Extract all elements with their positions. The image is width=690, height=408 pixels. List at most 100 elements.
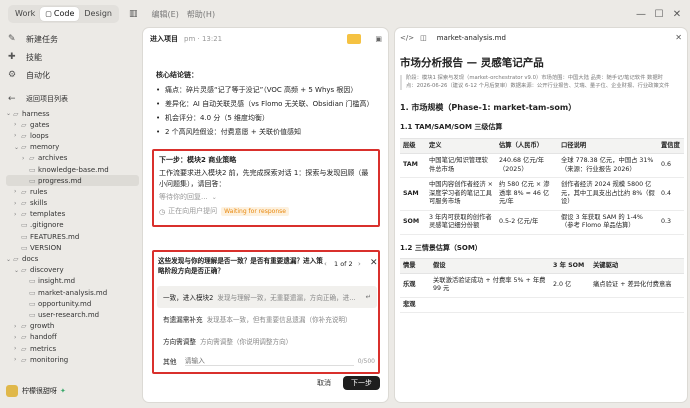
prev-page-icon[interactable]: ‹ <box>324 260 327 268</box>
back-to-projects[interactable]: ← 返回项目列表 <box>0 90 143 108</box>
bullet-text: 2 个高风险假设：付费意愿 + 关联价值感知 <box>165 128 301 136</box>
doc-title: 市场分析报告 — 灵感笔记产品 <box>400 57 544 69</box>
tree-item-label: progress.md <box>38 176 82 185</box>
tree-item-label: skills <box>30 199 48 208</box>
tree-item[interactable]: › ▱ skills <box>6 198 139 209</box>
chat-header: 进入项目 pm · 13:21 ▣ <box>150 34 382 44</box>
next-button[interactable]: 下一步 <box>343 376 380 390</box>
tree-item[interactable]: › ▱ archives <box>6 153 139 164</box>
tree-item[interactable]: ⌄ ▱ docs <box>6 253 139 264</box>
folder-icon: ▱ <box>21 143 27 152</box>
clock-icon: ◷ <box>159 207 166 216</box>
other-input[interactable] <box>184 356 354 366</box>
tab-work[interactable]: Work <box>10 7 40 21</box>
mode-tabs: Work ▢ Code Design <box>8 5 119 23</box>
question-title: 这些发现与你的理解是否一致？是否有重要遗漏？进入策略阶段方向是否正确？ <box>158 257 323 275</box>
nav-label: 自动化 <box>26 70 50 80</box>
tab-code[interactable]: ▢ Code <box>40 7 80 21</box>
file-tree: ⌄ ▱ harness › ▱ gates › ▱ loops ⌄ ▱ memory › ▱ archive… <box>0 108 143 365</box>
tree-item-label: rules <box>30 187 48 196</box>
chevron-down-icon[interactable]: ⌄ <box>212 194 217 201</box>
panel-toggle-icon[interactable]: ▣ <box>375 35 382 43</box>
nav-automation[interactable]: ⚙ 自动化 <box>0 66 143 84</box>
tree-item[interactable]: › ▱ growth <box>6 321 139 332</box>
folder-icon[interactable] <box>347 34 362 44</box>
doc-meta: 阶段：模块1 探索与发现（market-orchestrator v9.0）市场… <box>400 75 670 90</box>
tree-item[interactable]: ▭ progress.md <box>6 175 139 187</box>
maximize-button[interactable]: ☐ <box>650 9 668 20</box>
close-preview-icon[interactable]: ✕ <box>675 33 682 42</box>
tree-item[interactable]: ▭ insight.md <box>6 276 139 287</box>
nav-label: 技能 <box>26 52 42 62</box>
table-cell: 240.68 亿元/年（2025） <box>496 153 558 178</box>
tab-design[interactable]: Design <box>79 7 117 21</box>
waiting-text: 等待你的回复... <box>159 193 208 201</box>
folder-icon: ▱ <box>21 344 27 353</box>
next-page-icon[interactable]: › <box>358 260 361 268</box>
tree-item[interactable]: ⌄ ▱ discovery <box>6 265 139 276</box>
tree-item[interactable]: › ▱ rules <box>6 186 139 197</box>
preview-icon[interactable]: ◫ <box>420 34 427 42</box>
tree-item[interactable]: ▭ opportunity.md <box>6 298 139 309</box>
table-row: TAM 中国笔记/知识管理软件总市场 240.68 亿元/年（2025） 全球 778… <box>400 153 684 178</box>
close-window-button[interactable]: ✕ <box>668 9 686 20</box>
folder-icon: ▱ <box>13 255 19 264</box>
file-preview-panel: </> ◫ market-analysis.md ✕ 市场分析报告 — 灵感笔记… <box>395 28 687 402</box>
option-label: 方向需调整 <box>163 338 196 346</box>
file-icon: ▭ <box>29 165 36 174</box>
nav-skills[interactable]: ✚ 技能 <box>0 48 143 66</box>
tree-item[interactable]: › ▱ metrics <box>6 343 139 354</box>
sidebar: ✎ 新建任务 ✚ 技能 ⚙ 自动化 ← 返回项目列表 ⌄ ▱ harness › ▱ gates › ▱… <box>0 28 143 408</box>
tree-item-label: monitoring <box>30 355 69 364</box>
table-cell: 悲观 <box>400 297 430 313</box>
column-header: 假设 <box>430 257 550 274</box>
tree-item[interactable]: ▭ market-analysis.md <box>6 287 139 298</box>
column-header: 估算（人民币） <box>496 138 558 154</box>
table-cell: 0.6 <box>658 153 684 178</box>
tree-item[interactable]: ⌄ ▱ memory <box>6 142 139 153</box>
tree-item[interactable]: ▭ .gitignore <box>6 220 139 231</box>
code-view-icon[interactable]: </> <box>400 34 414 42</box>
tree-item[interactable]: › ▱ gates <box>6 119 139 130</box>
table-cell: 乐观 <box>400 273 430 298</box>
minimize-button[interactable]: — <box>632 9 650 20</box>
column-header: 情景 <box>400 257 430 274</box>
tree-item[interactable]: › ▱ loops <box>6 130 139 141</box>
close-icon[interactable]: ✕ <box>370 258 378 268</box>
summary-bullet: • 痛点：碎片灵感“记了等于没记”（VOC 高频 + 5 Whys 根因） <box>156 85 378 96</box>
tree-item-label: handoff <box>30 333 57 342</box>
menu-help[interactable]: 帮助(H) <box>187 9 215 20</box>
option-desc: 发现与理解一致，无重要遗漏，方向正确，进... <box>217 294 356 302</box>
tree-item[interactable]: › ▱ templates <box>6 209 139 220</box>
answer-option[interactable]: 一致，进入模块2 发现与理解一致，无重要遗漏，方向正确，进... ↵ <box>157 286 377 308</box>
tree-item[interactable]: ▭ FEATURES.md <box>6 231 139 242</box>
tree-item[interactable]: ▭ user-research.md <box>6 309 139 320</box>
chevron-right-icon: › <box>14 210 17 218</box>
tree-item[interactable]: ▭ VERSION <box>6 242 139 253</box>
user-profile[interactable]: 柠檬很甜呀 ✦ <box>6 385 66 397</box>
chat-title: 进入项目 <box>150 35 178 43</box>
tree-item[interactable]: › ▱ handoff <box>6 332 139 343</box>
other-label: 其他 <box>163 358 177 366</box>
chevron-right-icon: › <box>14 356 17 364</box>
answer-option[interactable]: 方向需调整 方向需调整（你说明调整方向） <box>157 330 377 352</box>
file-icon: ▭ <box>21 243 28 252</box>
nav-new-task[interactable]: ✎ 新建任务 <box>0 30 143 48</box>
file-icon: ▭ <box>29 310 36 319</box>
tree-item[interactable]: ⌄ ▱ harness <box>6 108 139 119</box>
bullet-dot: • <box>156 128 161 136</box>
file-icon: ▭ <box>29 176 36 185</box>
chevron-right-icon: › <box>14 199 17 207</box>
question-card: 这些发现与你的理解是否一致？是否有重要遗漏？进入策略阶段方向是否正确？ ‹ 1 … <box>152 250 380 374</box>
folder-icon: ▱ <box>21 210 27 219</box>
bullet-text: 差异化：AI 自动关联灵感（vs Flomo 无关联、Obsidian 门槛高） <box>165 100 374 108</box>
table-cell: 全球 778.38 亿元，中国占 31%（来源：行业报告 2026） <box>558 153 658 178</box>
other-input-row[interactable]: 其他 0/500 <box>163 356 375 366</box>
sidebar-toggle-icon[interactable]: ▥ <box>129 9 138 19</box>
tree-item[interactable]: ▭ knowledge-base.md <box>6 164 139 175</box>
folder-icon: ▱ <box>21 131 27 140</box>
menu-edit[interactable]: 编辑(E) <box>152 9 179 20</box>
tree-item[interactable]: › ▱ monitoring <box>6 354 139 365</box>
answer-option[interactable]: 有遗漏需补充 发现基本一致，但有重要信息遗漏（你补充说明） <box>157 308 377 330</box>
cancel-button[interactable]: 取消 <box>310 376 338 390</box>
